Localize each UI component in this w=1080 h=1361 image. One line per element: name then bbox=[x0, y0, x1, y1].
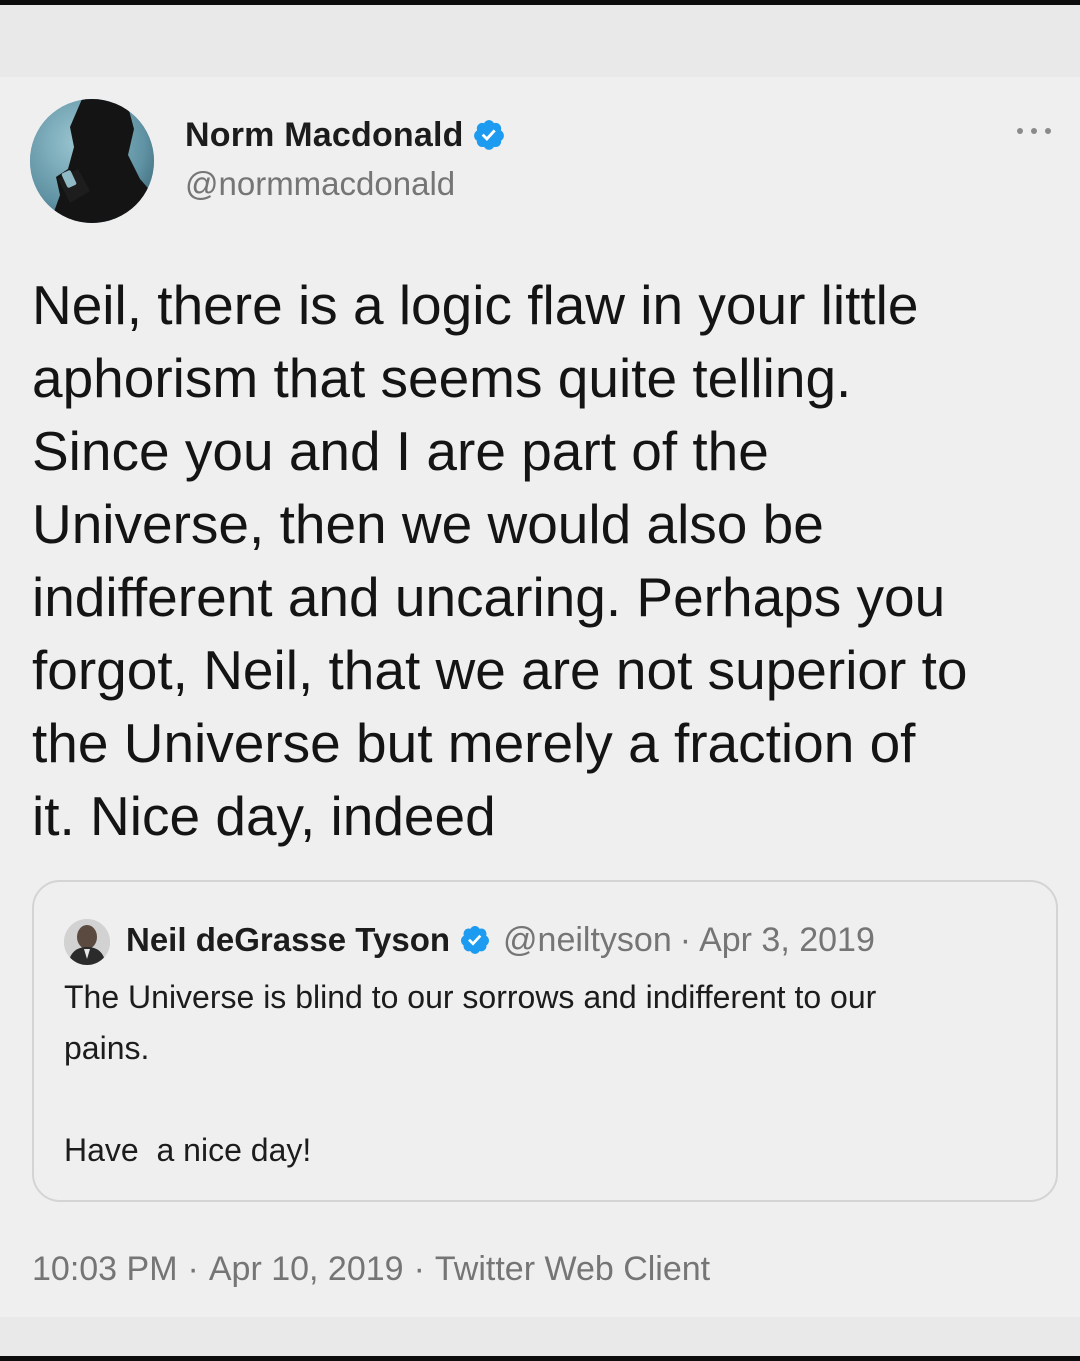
author-name-row: Norm Macdonald bbox=[185, 113, 506, 157]
quoted-separator: · bbox=[679, 920, 692, 959]
verified-badge-icon bbox=[472, 118, 506, 152]
quoted-name-row: Neil deGrasse Tyson @neiltyson · Apr 3, … bbox=[126, 918, 875, 962]
meta-separator: · bbox=[187, 1250, 199, 1288]
quoted-author-avatar-image bbox=[64, 919, 110, 965]
tweet-time[interactable]: 10:03 PM bbox=[32, 1250, 178, 1288]
more-options-icon[interactable] bbox=[1012, 121, 1056, 141]
author-handle[interactable]: @normmacdonald bbox=[185, 165, 455, 203]
tweet-date[interactable]: Apr 10, 2019 bbox=[209, 1250, 404, 1288]
quoted-author-avatar bbox=[64, 919, 110, 965]
quoted-tweet-text: The Universe is blind to our sorrows and… bbox=[64, 979, 877, 1168]
tweet-card[interactable]: Norm Macdonald @normmacdonald Neil, ther… bbox=[0, 77, 1080, 1317]
screenshot-background: Norm Macdonald @normmacdonald Neil, ther… bbox=[0, 5, 1080, 1356]
quoted-date[interactable]: Apr 3, 2019 bbox=[699, 921, 875, 960]
quoted-tweet[interactable]: Neil deGrasse Tyson @neiltyson · Apr 3, … bbox=[32, 880, 1058, 1202]
verified-badge-icon bbox=[459, 924, 491, 956]
bottom-frame-border bbox=[0, 1356, 1080, 1361]
tweet-metadata: 10:03 PM · Apr 10, 2019 · Twitter Web Client bbox=[32, 1250, 710, 1289]
quoted-display-name[interactable]: Neil deGrasse Tyson bbox=[126, 921, 450, 959]
author-avatar[interactable] bbox=[30, 99, 154, 223]
tweet-client[interactable]: Twitter Web Client bbox=[435, 1250, 710, 1288]
tweet-text: Neil, there is a logic flaw in your litt… bbox=[32, 274, 968, 847]
quoted-handle[interactable]: @neiltyson bbox=[503, 921, 672, 960]
meta-separator: · bbox=[413, 1250, 425, 1288]
author-avatar-image bbox=[30, 99, 154, 223]
author-display-name[interactable]: Norm Macdonald bbox=[185, 116, 464, 155]
